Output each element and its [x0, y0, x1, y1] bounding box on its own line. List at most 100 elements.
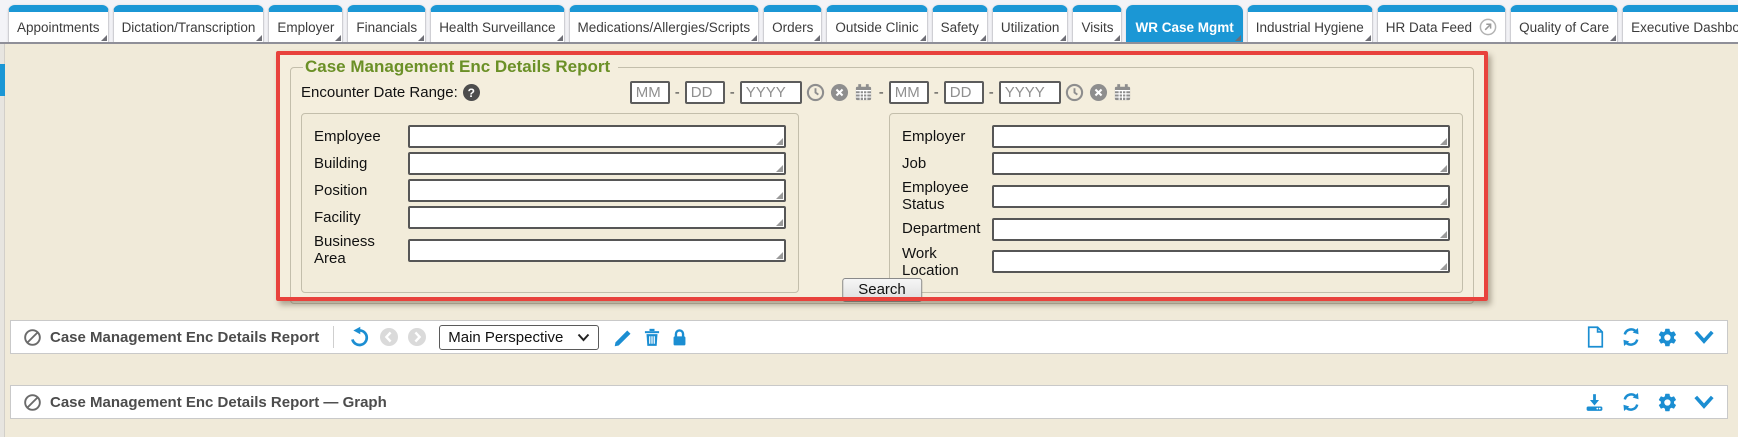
date-range-label: Encounter Date Range: [301, 84, 458, 101]
collapse-chevron-icon[interactable] [1693, 329, 1715, 345]
start-calendar-icon[interactable] [854, 83, 873, 102]
facility-field[interactable] [408, 206, 786, 229]
position-field[interactable] [408, 179, 786, 202]
end-time-clock-icon[interactable] [1065, 83, 1084, 102]
chevron-down-icon [577, 333, 590, 342]
range-separator: - [877, 84, 886, 101]
filter-group-left: Employee Building Position Facility Busi… [301, 113, 799, 293]
tab-dropdown-corner [335, 35, 341, 41]
panel-toolbar-right [1586, 326, 1715, 348]
end-year-input[interactable] [999, 81, 1061, 104]
employer-label: Employer [902, 128, 992, 145]
tab-quality-of-care[interactable]: Quality of Care [1510, 5, 1618, 42]
help-icon[interactable]: ? [463, 84, 480, 101]
collapse-chevron-icon[interactable] [1693, 394, 1715, 410]
job-label: Job [902, 155, 992, 172]
undo-icon[interactable] [348, 326, 371, 349]
lock-icon[interactable] [670, 327, 689, 348]
panel-title: Case Management Enc Details Report [50, 329, 319, 346]
no-entry-icon [23, 393, 42, 412]
tab-employer[interactable]: Employer [268, 5, 343, 42]
tab-visits[interactable]: Visits [1072, 5, 1122, 42]
start-year-input[interactable] [740, 81, 802, 104]
nav-prev-icon[interactable] [379, 327, 399, 347]
filter-field-groups: Employee Building Position Facility Busi… [301, 113, 1463, 293]
edit-pencil-icon[interactable] [613, 327, 634, 348]
report-panel-header: Case Management Enc Details Report Main … [10, 320, 1728, 354]
refresh-icon[interactable] [1620, 326, 1642, 348]
tab-appointments[interactable]: Appointments [8, 5, 109, 42]
search-button[interactable]: Search [842, 278, 922, 302]
end-calendar-icon[interactable] [1113, 83, 1132, 102]
tab-safety[interactable]: Safety [932, 5, 988, 42]
scroll-thumb[interactable] [0, 64, 5, 96]
new-document-icon[interactable] [1586, 326, 1605, 348]
employee-label: Employee [314, 128, 408, 145]
tab-wr-case-mgmt[interactable]: WR Case Mgmt [1126, 5, 1242, 42]
business-area-field[interactable] [408, 239, 786, 262]
facility-label: Facility [314, 209, 408, 226]
encounter-date-range-row: Encounter Date Range: ? - - - - - [301, 77, 1463, 113]
gear-icon[interactable] [1657, 327, 1678, 348]
perspective-selected-value: Main Perspective [448, 329, 563, 346]
perspective-select[interactable]: Main Perspective [439, 325, 599, 350]
tab-industrial-hygiene[interactable]: Industrial Hygiene [1247, 5, 1373, 42]
tab-financials[interactable]: Financials [347, 5, 426, 42]
tab-executive-dashboard[interactable]: Executive Dashboard [1622, 5, 1738, 42]
report-title: Case Management Enc Details Report [303, 57, 618, 77]
start-month-input[interactable] [630, 81, 670, 104]
tab-dropdown-corner [1235, 35, 1241, 41]
tab-outside-clinic[interactable]: Outside Clinic [826, 5, 927, 42]
download-icon[interactable] [1584, 392, 1605, 413]
panel-toolbar-right [1584, 391, 1715, 413]
tab-health-surveillance[interactable]: Health Surveillance [430, 5, 564, 42]
tab-dropdown-corner [1114, 35, 1120, 41]
tab-dropdown-corner [751, 35, 757, 41]
divider [333, 326, 334, 348]
tab-hr-data-feed[interactable]: HR Data Feed [1377, 5, 1506, 42]
tab-dropdown-corner [980, 35, 986, 41]
panel-title: Case Management Enc Details Report — Gra… [50, 394, 387, 411]
tab-dropdown-corner [1060, 35, 1066, 41]
end-month-input[interactable] [889, 81, 929, 104]
tab-dropdown-corner [418, 35, 424, 41]
building-label: Building [314, 155, 408, 172]
nav-next-icon[interactable] [407, 327, 427, 347]
trash-icon[interactable] [642, 327, 662, 348]
employee-field[interactable] [408, 125, 786, 148]
tab-dropdown-corner [1365, 35, 1371, 41]
tab-dropdown-corner [920, 35, 926, 41]
start-time-clock-icon[interactable] [806, 83, 825, 102]
tab-dropdown-corner [557, 35, 563, 41]
date-range-inputs: - - - - - [630, 81, 1133, 104]
start-clear-icon[interactable] [830, 83, 849, 102]
external-link-icon [1479, 18, 1497, 36]
job-field[interactable] [992, 152, 1450, 175]
left-scroll-strip[interactable] [0, 44, 5, 437]
work-location-label: Work Location [902, 245, 992, 280]
start-day-input[interactable] [685, 81, 725, 104]
gear-icon[interactable] [1657, 392, 1678, 413]
end-clear-icon[interactable] [1089, 83, 1108, 102]
end-day-input[interactable] [944, 81, 984, 104]
refresh-icon[interactable] [1620, 391, 1642, 413]
department-label: Department [902, 220, 992, 237]
tab-dropdown-corner [814, 35, 820, 41]
tab-utilization[interactable]: Utilization [992, 5, 1069, 42]
employee-status-label: Employee Status [902, 179, 992, 214]
tab-orders[interactable]: Orders [763, 5, 822, 42]
tab-dropdown-corner [256, 35, 262, 41]
building-field[interactable] [408, 152, 786, 175]
business-area-label: Business Area [314, 233, 408, 268]
tab-medications-allergies-scripts[interactable]: Medications/Allergies/Scripts [569, 5, 760, 42]
module-tab-bar: Appointments Dictation/Transcription Emp… [0, 0, 1738, 44]
report-fieldset: Case Management Enc Details Report Encou… [290, 57, 1474, 304]
department-field[interactable] [992, 218, 1450, 241]
tab-dropdown-corner [101, 35, 107, 41]
filter-group-right: Employer Job Employee Status Department … [889, 113, 1463, 293]
work-location-field[interactable] [992, 250, 1450, 273]
tab-dictation-transcription[interactable]: Dictation/Transcription [113, 5, 265, 42]
employer-field[interactable] [992, 125, 1450, 148]
no-entry-icon [23, 328, 42, 347]
employee-status-field[interactable] [992, 185, 1450, 208]
